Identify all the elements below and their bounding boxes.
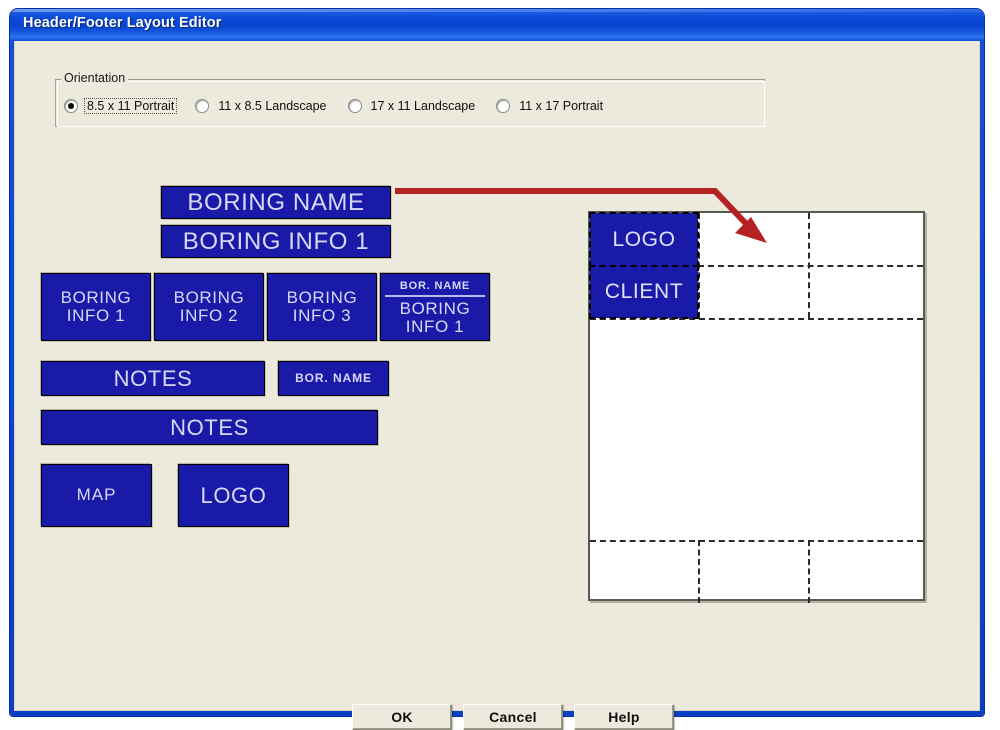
block-label: MAP [76, 485, 117, 505]
button-label: Help [608, 709, 640, 725]
preview-block-client[interactable]: CLIENT [589, 265, 699, 319]
block-bor-name-info-combo[interactable]: BOR. NAME BORING INFO 1 [380, 273, 490, 341]
dialog-window: Header/Footer Layout Editor 8.5 x 11 Por… [10, 9, 984, 730]
block-label-line1: BORING [173, 287, 245, 307]
block-info-box-3[interactable]: BORING INFO 3 [267, 273, 377, 341]
preview-grid-line-vertical [698, 540, 700, 603]
radio-11x17-portrait[interactable]: 11 x 17 Portrait [496, 98, 606, 114]
block-map[interactable]: MAP [41, 464, 152, 527]
block-info-box-2[interactable]: BORING INFO 2 [154, 273, 264, 341]
title-bar: Header/Footer Layout Editor [10, 9, 984, 41]
block-label-line2: INFO 2 [179, 306, 239, 325]
radio-dot-icon [496, 99, 511, 113]
orientation-radio-row: 8.5 x 11 Portrait 11 x 8.5 Landscape 17 … [64, 98, 624, 114]
radio-dot-icon [347, 99, 362, 113]
preview-block-label: LOGO [612, 227, 676, 251]
block-notes-2[interactable]: NOTES [41, 410, 378, 445]
preview-block-logo[interactable]: LOGO [589, 212, 699, 267]
block-label-line2: INFO 1 [66, 306, 126, 325]
block-logo[interactable]: LOGO [178, 464, 289, 527]
block-bor-name-small[interactable]: BOR. NAME [278, 361, 389, 396]
block-label-line1: BORING [286, 287, 358, 307]
block-label: BORING INFO 1 [182, 227, 370, 255]
block-label-line1: BORING [60, 287, 132, 307]
help-button[interactable]: Help [574, 704, 674, 730]
radio-dot-icon [64, 99, 78, 113]
block-label: BORING NAME [187, 188, 365, 216]
page-layout-preview[interactable]: LOGO CLIENT [588, 211, 925, 603]
dialog-client-area: 8.5 x 11 Portrait 11 x 8.5 Landscape 17 … [14, 41, 980, 730]
block-divider-rule [385, 294, 485, 297]
preview-grid-line-vertical [808, 213, 810, 318]
block-info-box-1[interactable]: BORING INFO 1 [41, 273, 151, 341]
ok-button[interactable]: OK [352, 704, 452, 730]
block-boring-info-1[interactable]: BORING INFO 1 [161, 225, 391, 258]
block-label-line2: INFO 3 [292, 306, 352, 325]
radio-label: 8.5 x 11 Portrait [84, 98, 178, 114]
block-label-line2: INFO 1 [405, 316, 465, 336]
preview-block-label: CLIENT [604, 280, 684, 303]
radio-dot-icon [195, 99, 210, 113]
block-label: BOR. NAME [295, 371, 372, 386]
button-label: OK [391, 709, 413, 725]
radio-8_5x11-portrait[interactable]: 8.5 x 11 Portrait [64, 98, 178, 114]
preview-grid-line-vertical [808, 540, 810, 603]
block-notes-1[interactable]: NOTES [41, 361, 265, 396]
block-label: NOTES [170, 414, 249, 440]
block-boring-name[interactable]: BORING NAME [161, 186, 391, 219]
block-label-line1: BORING [399, 298, 471, 318]
block-label: LOGO [200, 482, 267, 508]
preview-grid-line-horizontal [590, 540, 923, 542]
preview-grid-line-vertical [698, 213, 700, 318]
radio-label: 11 x 17 Portrait [519, 99, 604, 113]
button-label: Cancel [489, 709, 537, 725]
block-label: NOTES [113, 365, 193, 391]
radio-label: 17 x 11 Landscape [370, 99, 476, 113]
orientation-group-label: Orientation [61, 71, 129, 85]
preview-grid-line-horizontal [590, 318, 923, 320]
cancel-button[interactable]: Cancel [463, 704, 563, 730]
radio-label: 11 x 8.5 Landscape [218, 99, 327, 113]
orientation-group-box: 8.5 x 11 Portrait 11 x 8.5 Landscape 17 … [55, 79, 765, 127]
radio-11x8_5-landscape[interactable]: 11 x 8.5 Landscape [195, 98, 329, 114]
block-label-header: BOR. NAME [399, 279, 471, 292]
preview-grid-line-horizontal [698, 265, 923, 267]
window-title: Header/Footer Layout Editor [23, 15, 222, 31]
radio-17x11-landscape[interactable]: 17 x 11 Landscape [347, 98, 479, 114]
